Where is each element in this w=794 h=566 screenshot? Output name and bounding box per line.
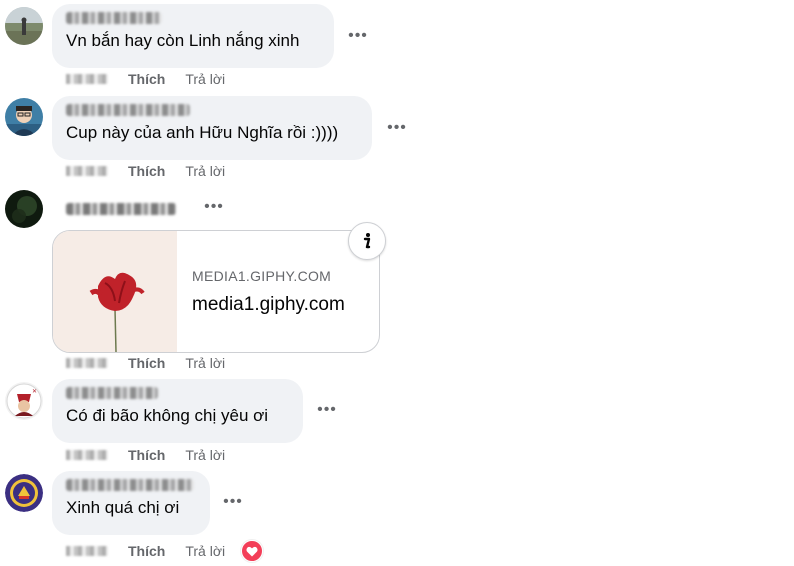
comment-actions: Thích Trả lời [66,540,264,562]
comment-bubble: Cup này của anh Hữu Nghĩa rồi :)))) [52,96,372,160]
more-options-icon[interactable]: ••• [203,199,225,217]
timestamp[interactable] [66,546,108,556]
link-title: media1.giphy.com [192,294,345,315]
author-name[interactable] [66,203,176,215]
avatar[interactable] [5,474,43,512]
author-name[interactable] [66,12,162,24]
comment-bubble: Vn bắn hay còn Linh nắng xinh [52,4,334,68]
timestamp[interactable] [66,450,108,460]
more-options-icon[interactable]: ••• [222,494,244,512]
svg-text:✕: ✕ [32,388,37,395]
comment-text: Có đi bão không chị yêu ơi [66,406,269,425]
avatar[interactable]: ✕ [5,382,43,420]
like-button[interactable]: Thích [128,355,165,371]
link-preview-card[interactable]: MEDIA1.GIPHY.COM media1.giphy.com [52,230,380,353]
reply-button[interactable]: Trả lời [185,71,225,87]
reply-button[interactable]: Trả lời [185,543,225,559]
timestamp[interactable] [66,166,108,176]
reply-button[interactable]: Trả lời [185,355,225,371]
comment-actions: Thích Trả lời [66,446,225,464]
link-domain: MEDIA1.GIPHY.COM [192,268,332,284]
author-name[interactable] [66,104,190,116]
comment-actions: Thích Trả lời [66,354,225,372]
comment-text: Vn bắn hay còn Linh nắng xinh [66,31,300,50]
link-thumbnail [53,231,177,352]
reply-button[interactable]: Trả lời [185,447,225,463]
like-button[interactable]: Thích [128,163,165,179]
comment-bubble: Có đi bão không chị yêu ơi [52,379,303,443]
reply-button[interactable]: Trả lời [185,163,225,179]
comment-bubble: Xinh quá chị ơi [52,471,210,535]
comment-text: Cup này của anh Hữu Nghĩa rồi :)))) [66,123,339,142]
avatar[interactable] [5,7,43,45]
comment-actions: Thích Trả lời [66,70,225,88]
avatar[interactable] [5,98,43,136]
info-icon[interactable] [348,222,386,260]
timestamp[interactable] [66,358,108,368]
author-name[interactable] [66,387,158,399]
author-name[interactable] [66,479,194,491]
comment-actions: Thích Trả lời [66,162,225,180]
like-button[interactable]: Thích [128,543,165,559]
timestamp[interactable] [66,74,108,84]
like-button[interactable]: Thích [128,447,165,463]
more-options-icon[interactable]: ••• [386,120,408,138]
comment-text: Xinh quá chị ơi [66,498,180,517]
more-options-icon[interactable]: ••• [316,402,338,420]
more-options-icon[interactable]: ••• [347,28,369,46]
like-button[interactable]: Thích [128,71,165,87]
heart-reaction-icon[interactable] [241,540,264,562]
avatar[interactable] [5,190,43,228]
